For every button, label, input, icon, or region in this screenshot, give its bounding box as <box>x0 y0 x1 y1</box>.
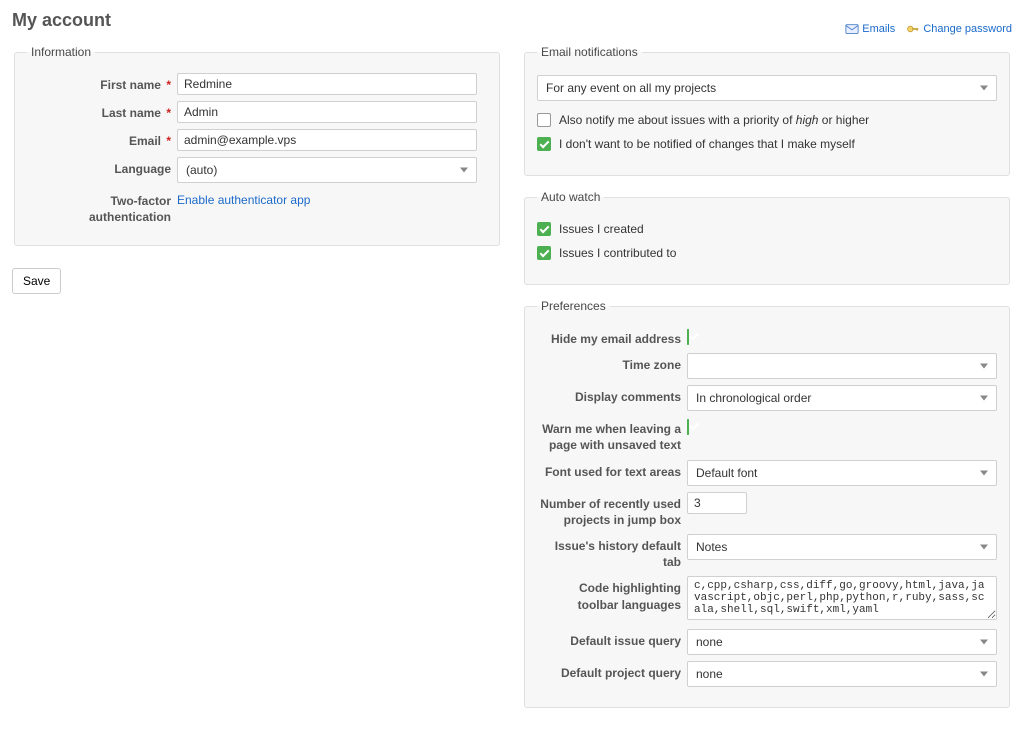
change-password-label: Change password <box>923 23 1012 35</box>
email-notifications-legend: Email notifications <box>537 45 642 59</box>
font-textarea-label: Font used for text areas <box>537 460 681 480</box>
history-tab-value: Notes <box>696 540 727 554</box>
save-button[interactable]: Save <box>12 268 61 294</box>
enable-authenticator-link[interactable]: Enable authenticator app <box>177 193 310 207</box>
last-name-label: Last name * <box>27 101 171 121</box>
time-zone-select[interactable] <box>687 353 997 379</box>
emails-link[interactable]: Emails <box>845 22 895 36</box>
warn-unsaved-checkbox[interactable] <box>687 419 689 435</box>
emails-link-label: Emails <box>862 23 895 35</box>
auto-watch-legend: Auto watch <box>537 190 604 204</box>
autowatch-created-label: Issues I created <box>559 222 644 236</box>
default-issue-query-label: Default issue query <box>537 629 681 649</box>
email-icon <box>845 22 859 36</box>
time-zone-label: Time zone <box>537 353 681 373</box>
hide-email-checkbox[interactable] <box>687 329 689 345</box>
chevron-down-icon <box>980 640 988 645</box>
autowatch-contributed-label: Issues I contributed to <box>559 246 676 260</box>
no-self-notify-label: I don't want to be notified of changes t… <box>559 137 855 151</box>
chevron-down-icon <box>980 672 988 677</box>
auto-watch-box: Auto watch Issues I created Issues I con… <box>524 190 1010 285</box>
display-comments-label: Display comments <box>537 385 681 405</box>
language-label: Language <box>27 157 171 177</box>
twofa-label: Two-factor authentication <box>27 189 171 225</box>
recent-projects-label: Number of recently used projects in jump… <box>537 492 681 528</box>
autowatch-contributed-checkbox[interactable] <box>537 246 551 260</box>
language-select[interactable]: (auto) <box>177 157 477 183</box>
notification-option-value: For any event on all my projects <box>546 81 716 95</box>
key-icon <box>906 22 920 36</box>
email-input[interactable] <box>177 129 477 151</box>
chevron-down-icon <box>980 86 988 91</box>
change-password-link[interactable]: Change password <box>906 22 1012 36</box>
code-langs-label: Code highlighting toolbar languages <box>537 576 681 612</box>
contextual-actions: Emails Change password <box>837 22 1012 39</box>
email-notifications-box: Email notifications For any event on all… <box>524 45 1010 176</box>
preferences-box: Preferences Hide my email address Time z… <box>524 299 1010 708</box>
history-tab-select[interactable]: Notes <box>687 534 997 560</box>
autowatch-created-checkbox[interactable] <box>537 222 551 236</box>
code-langs-textarea[interactable] <box>687 576 997 620</box>
notification-option-select[interactable]: For any event on all my projects <box>537 75 997 101</box>
default-issue-query-value: none <box>696 635 723 649</box>
chevron-down-icon <box>460 168 468 173</box>
chevron-down-icon <box>980 396 988 401</box>
information-legend: Information <box>27 45 95 59</box>
history-tab-label: Issue's history default tab <box>537 534 681 570</box>
warn-unsaved-label: Warn me when leaving a page with unsaved… <box>537 417 681 453</box>
default-project-query-value: none <box>696 667 723 681</box>
first-name-input[interactable] <box>177 73 477 95</box>
recent-projects-input[interactable] <box>687 492 747 514</box>
information-box: Information First name * Last name * Ema… <box>14 45 500 246</box>
font-textarea-select[interactable]: Default font <box>687 460 997 486</box>
display-comments-value: In chronological order <box>696 391 811 405</box>
preferences-legend: Preferences <box>537 299 610 313</box>
display-comments-select[interactable]: In chronological order <box>687 385 997 411</box>
language-select-value: (auto) <box>186 163 217 177</box>
hide-email-label: Hide my email address <box>537 327 681 347</box>
also-notify-checkbox[interactable] <box>537 113 551 127</box>
default-issue-query-select[interactable]: none <box>687 629 997 655</box>
chevron-down-icon <box>980 544 988 549</box>
first-name-label: First name * <box>27 73 171 93</box>
chevron-down-icon <box>980 364 988 369</box>
no-self-notify-checkbox[interactable] <box>537 137 551 151</box>
default-project-query-label: Default project query <box>537 661 681 681</box>
font-textarea-value: Default font <box>696 466 757 480</box>
default-project-query-select[interactable]: none <box>687 661 997 687</box>
also-notify-label: Also notify me about issues with a prior… <box>559 113 869 127</box>
chevron-down-icon <box>980 470 988 475</box>
email-label: Email * <box>27 129 171 149</box>
last-name-input[interactable] <box>177 101 477 123</box>
